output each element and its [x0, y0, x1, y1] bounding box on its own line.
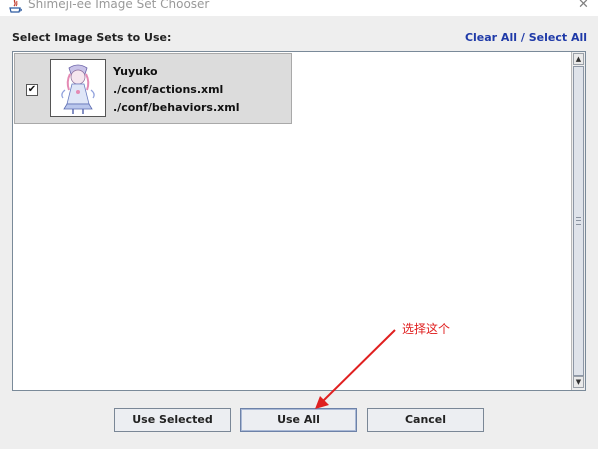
- image-set-checkbox[interactable]: ✔: [26, 84, 38, 96]
- list-item-yuyuko[interactable]: ✔ Yuyuko ./conf/actions.xml ./conf/behav…: [14, 53, 292, 124]
- image-set-name: Yuyuko: [113, 65, 158, 78]
- scroll-thumb[interactable]: [573, 66, 584, 376]
- select-all-link[interactable]: Select All: [529, 31, 587, 44]
- select-image-sets-label: Select Image Sets to Use:: [12, 31, 172, 44]
- image-set-list: ✔ Yuyuko ./conf/actions.xml ./conf/behav…: [12, 51, 586, 391]
- header-links: Clear All / Select All: [465, 31, 587, 44]
- use-all-button[interactable]: Use All: [240, 408, 357, 432]
- use-selected-button[interactable]: Use Selected: [114, 408, 231, 432]
- actions-path: ./conf/actions.xml: [113, 83, 224, 96]
- vertical-scrollbar[interactable]: ▲ ▼: [571, 52, 585, 390]
- scroll-up-icon[interactable]: ▲: [573, 53, 584, 65]
- scroll-grip-icon: [576, 217, 581, 225]
- character-sprite-icon: [61, 64, 95, 114]
- link-separator: /: [520, 31, 525, 44]
- image-set-thumbnail: [50, 59, 106, 117]
- behaviors-path: ./conf/behaviors.xml: [113, 101, 240, 114]
- java-app-icon: [9, 0, 22, 13]
- clear-all-link[interactable]: Clear All: [465, 31, 517, 44]
- close-icon[interactable]: ✕: [578, 0, 589, 12]
- title-bar: Shimeji-ee Image Set Chooser ✕: [0, 0, 598, 16]
- scroll-down-icon[interactable]: ▼: [573, 376, 584, 388]
- annotation-label: 选择这个: [402, 322, 451, 336]
- window-title: Shimeji-ee Image Set Chooser: [28, 0, 210, 11]
- cancel-button[interactable]: Cancel: [367, 408, 484, 432]
